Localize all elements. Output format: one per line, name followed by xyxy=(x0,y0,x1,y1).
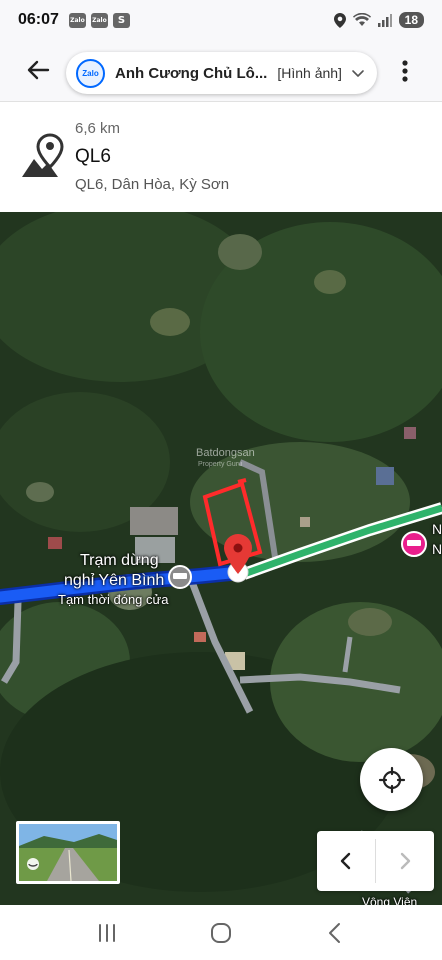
street-view-image xyxy=(19,824,117,881)
place-name: QL6 xyxy=(75,146,111,167)
poi-name-line2[interactable]: nghỉ Yên Bình xyxy=(64,572,164,590)
system-navigation-bar xyxy=(0,905,442,960)
message-type-tag: [Hình ảnh] xyxy=(277,65,342,81)
arrow-left-icon[interactable] xyxy=(22,54,54,86)
status-bar: 06:07 Zalo Zalo S 18 xyxy=(0,0,442,40)
more-vertical-icon[interactable] xyxy=(394,56,416,86)
previous-button[interactable] xyxy=(317,831,375,891)
s-app-icon: S xyxy=(112,12,130,28)
place-info-panel[interactable]: 6,6 km QL6 QL6, Dân Hòa, Kỳ Sơn xyxy=(0,103,442,212)
wifi-icon xyxy=(352,13,371,26)
satellite-map[interactable]: Trạm dừng nghỉ Yên Bình Tạm thời đóng cử… xyxy=(0,212,442,905)
my-location-button[interactable] xyxy=(360,748,423,811)
map-pin-terrain-icon xyxy=(22,133,64,177)
zalo-logo: Zalo xyxy=(76,58,105,88)
edge-label-2: N xyxy=(432,541,442,557)
back-icon[interactable] xyxy=(322,920,348,946)
image-pager xyxy=(317,831,434,891)
chevron-left-icon xyxy=(340,852,351,870)
watermark-text: Batdongsan xyxy=(196,447,255,459)
chevron-down-icon xyxy=(352,70,364,77)
battery-indicator: 18 xyxy=(398,12,424,28)
place-address: QL6, Dân Hòa, Kỳ Sơn xyxy=(75,176,230,193)
chevron-right-icon xyxy=(400,852,411,870)
street-view-thumbnail[interactable] xyxy=(16,821,120,884)
recents-icon[interactable] xyxy=(94,920,120,946)
home-icon[interactable] xyxy=(208,920,234,946)
top-bar: Zalo Anh Cương Chủ Lô... [Hình ảnh] xyxy=(0,40,442,102)
status-app-icons: Zalo Zalo S xyxy=(68,12,130,28)
chat-title: Anh Cương Chủ Lô... xyxy=(115,64,268,82)
zalo-app-icon: Zalo xyxy=(90,12,108,28)
poi-name-line1[interactable]: Trạm dừng xyxy=(80,552,159,570)
chat-source-pill[interactable]: Zalo Anh Cương Chủ Lô... [Hình ảnh] xyxy=(66,52,377,94)
location-icon xyxy=(333,12,346,28)
signal-icon xyxy=(377,14,392,27)
next-button[interactable] xyxy=(376,831,434,891)
watermark-subtext: Property Guru xyxy=(198,461,242,468)
bottom-road-label: Vông Viên xyxy=(362,895,418,905)
edge-label-1: N xyxy=(432,521,442,537)
zalo-app-icon: Zalo xyxy=(68,12,86,28)
crosshair-icon xyxy=(378,766,405,793)
status-right-group: 18 xyxy=(333,12,424,28)
poi-status: Tạm thời đóng cửa xyxy=(58,592,169,607)
distance-text: 6,6 km xyxy=(75,120,121,137)
status-time: 06:07 xyxy=(18,11,59,28)
